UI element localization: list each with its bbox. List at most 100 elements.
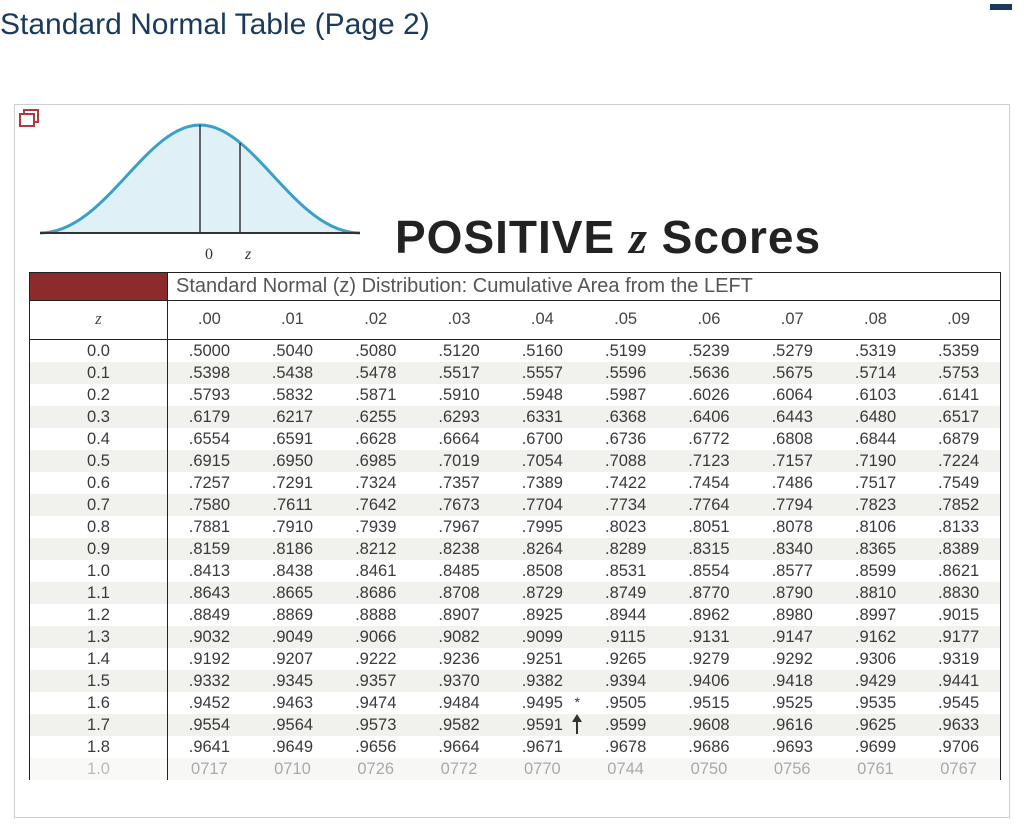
row-label: 1.1 bbox=[30, 582, 168, 604]
cell: .7611 bbox=[251, 494, 334, 516]
col-header-04: .04 bbox=[501, 301, 584, 340]
cell: .9664 bbox=[417, 736, 500, 758]
row-label: 1.0 bbox=[30, 560, 168, 582]
cell: .5160 bbox=[501, 340, 584, 363]
cell: .8238 bbox=[417, 538, 500, 560]
row-label: 0.3 bbox=[30, 406, 168, 428]
cell: .8438 bbox=[251, 560, 334, 582]
cell: .7734 bbox=[584, 494, 667, 516]
cell: .9292 bbox=[751, 648, 834, 670]
cell: 0772 bbox=[417, 758, 500, 780]
row-label: 0.2 bbox=[30, 384, 168, 406]
popout-icon[interactable] bbox=[19, 109, 37, 125]
cell: .8907 bbox=[417, 604, 500, 626]
cell: .7123 bbox=[667, 450, 750, 472]
cell: .9582 bbox=[417, 714, 500, 736]
cell-arrow: .9591 bbox=[501, 714, 584, 736]
cell: .9162 bbox=[834, 626, 917, 648]
cell: .8849 bbox=[168, 604, 251, 626]
cell: .6217 bbox=[251, 406, 334, 428]
table-row: 0.2.5793.5832.5871.5910.5948.5987.6026.6… bbox=[30, 384, 1001, 406]
cell: .5359 bbox=[917, 340, 1000, 363]
cell: .9505 bbox=[584, 692, 667, 714]
cell: 0770 bbox=[501, 758, 584, 780]
cell: .5636 bbox=[667, 362, 750, 384]
cell: .6736 bbox=[584, 428, 667, 450]
row-label: 1.2 bbox=[30, 604, 168, 626]
cell: .6103 bbox=[834, 384, 917, 406]
cell: .9474 bbox=[334, 692, 417, 714]
cell: .5987 bbox=[584, 384, 667, 406]
cell: .7823 bbox=[834, 494, 917, 516]
cell: .8106 bbox=[834, 516, 917, 538]
cell: .5478 bbox=[334, 362, 417, 384]
cell: .5596 bbox=[584, 362, 667, 384]
row-label: 1.6 bbox=[30, 692, 168, 714]
axis-z-label: z bbox=[245, 246, 251, 263]
cell: .9429 bbox=[834, 670, 917, 692]
row-label: 0.8 bbox=[30, 516, 168, 538]
cell: .7642 bbox=[334, 494, 417, 516]
table-row: 1.3.9032.9049.9066.9082.9099.9115.9131.9… bbox=[30, 626, 1001, 648]
cell: .8686 bbox=[334, 582, 417, 604]
minimize-icon[interactable] bbox=[990, 4, 1012, 10]
table-row: 0.8.7881.7910.7939.7967.7995.8023.8051.8… bbox=[30, 516, 1001, 538]
cell: .7257 bbox=[168, 472, 251, 494]
cell: .6026 bbox=[667, 384, 750, 406]
cell: .9633 bbox=[917, 714, 1000, 736]
cell: .9131 bbox=[667, 626, 750, 648]
cell: .6664 bbox=[417, 428, 500, 450]
cell: .9554 bbox=[168, 714, 251, 736]
cell: .6368 bbox=[584, 406, 667, 428]
column-header-row: z.00.01.02.03.04.05.06.07.08.09 bbox=[30, 301, 1001, 340]
cell: .6591 bbox=[251, 428, 334, 450]
row-label: 1.3 bbox=[30, 626, 168, 648]
cell: .9222 bbox=[334, 648, 417, 670]
cell: .7673 bbox=[417, 494, 500, 516]
cell: .9535 bbox=[834, 692, 917, 714]
cell: .9082 bbox=[417, 626, 500, 648]
table-row: 0.3.6179.6217.6255.6293.6331.6368.6406.6… bbox=[30, 406, 1001, 428]
cell: .8790 bbox=[751, 582, 834, 604]
table-row: 1.7.9554.9564.9573.9582.9591.9599.9608.9… bbox=[30, 714, 1001, 736]
cell: .9418 bbox=[751, 670, 834, 692]
cell: .8389 bbox=[917, 538, 1000, 560]
cell: 0756 bbox=[751, 758, 834, 780]
cell: .5910 bbox=[417, 384, 500, 406]
heading-positive-z-scores: POSITIVE z Scores bbox=[395, 210, 821, 264]
cell: .7967 bbox=[417, 516, 500, 538]
cell: .6879 bbox=[917, 428, 1000, 450]
cell: .6985 bbox=[334, 450, 417, 472]
table-row: 0.5.6915.6950.6985.7019.7054.7088.7123.7… bbox=[30, 450, 1001, 472]
cell: .8962 bbox=[667, 604, 750, 626]
cell: .5239 bbox=[667, 340, 750, 363]
cell: .8461 bbox=[334, 560, 417, 582]
cell: .5438 bbox=[251, 362, 334, 384]
cell: .7580 bbox=[168, 494, 251, 516]
cell: 0717 bbox=[168, 758, 251, 780]
table-row: 0.0.5000.5040.5080.5120.5160.5199.5239.5… bbox=[30, 340, 1001, 363]
cell: .9706 bbox=[917, 736, 1000, 758]
cell: 0744 bbox=[584, 758, 667, 780]
cell: .8133 bbox=[917, 516, 1000, 538]
cell: .8621 bbox=[917, 560, 1000, 582]
cell: .9147 bbox=[751, 626, 834, 648]
cell: .7881 bbox=[168, 516, 251, 538]
cell: .7190 bbox=[834, 450, 917, 472]
cell: .7422 bbox=[584, 472, 667, 494]
cell: .6293 bbox=[417, 406, 500, 428]
banner-caption: Standard Normal (z) Distribution: Cumula… bbox=[168, 273, 1001, 301]
col-header-03: .03 bbox=[417, 301, 500, 340]
cell: .8340 bbox=[751, 538, 834, 560]
col-header-09: .09 bbox=[917, 301, 1000, 340]
z-table: Standard Normal (z) Distribution: Cumula… bbox=[21, 272, 1003, 780]
cell: 0710 bbox=[251, 758, 334, 780]
cell: .6179 bbox=[168, 406, 251, 428]
cell: 0761 bbox=[834, 758, 917, 780]
banner-color-block bbox=[30, 273, 168, 301]
table-row: 1.4.9192.9207.9222.9236.9251.9265.9279.9… bbox=[30, 648, 1001, 670]
col-header-07: .07 bbox=[751, 301, 834, 340]
cell: .9649 bbox=[251, 736, 334, 758]
cell: .9515 bbox=[667, 692, 750, 714]
row-label: 0.5 bbox=[30, 450, 168, 472]
